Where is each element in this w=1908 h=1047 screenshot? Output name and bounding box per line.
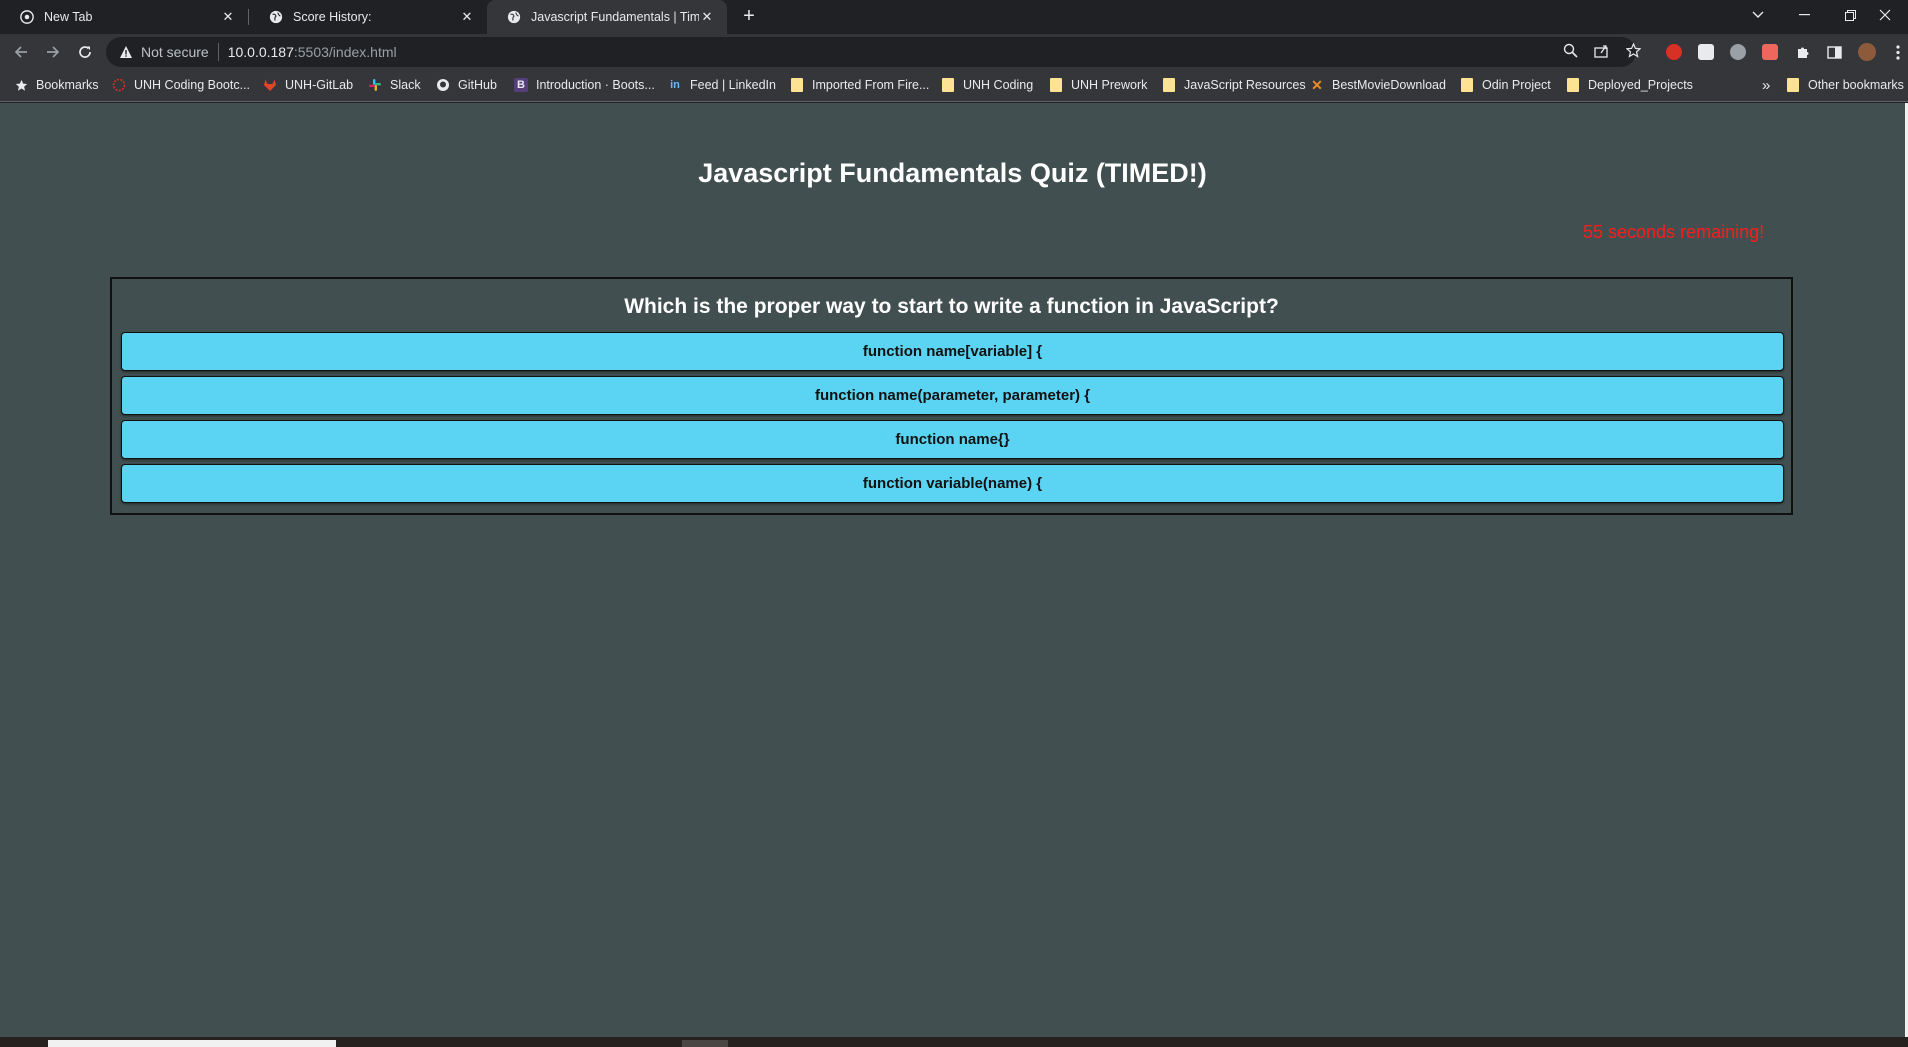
bootstrap-icon: B bbox=[514, 78, 528, 92]
answer-button[interactable]: function variable(name) { bbox=[121, 464, 1784, 503]
forward-arrow-icon[interactable] bbox=[41, 40, 65, 64]
folder-icon bbox=[1049, 78, 1063, 92]
tab-title: Score History: bbox=[293, 10, 372, 24]
side-panel-icon[interactable] bbox=[1826, 44, 1842, 60]
bookmark-label: UNH-GitLab bbox=[285, 78, 354, 92]
kebab-menu-icon[interactable] bbox=[1890, 44, 1906, 60]
bookmark-item[interactable]: B Introduction · Boots... bbox=[514, 70, 655, 100]
url-text[interactable]: 10.0.0.187:5503/index.html bbox=[228, 44, 397, 60]
close-icon[interactable]: ✕ bbox=[459, 9, 475, 25]
folder-icon bbox=[1460, 78, 1474, 92]
share-icon[interactable] bbox=[1593, 42, 1609, 58]
star-icon bbox=[14, 78, 28, 92]
back-arrow-icon[interactable] bbox=[9, 40, 33, 64]
page-title: Javascript Fundamentals Quiz (TIMED!) bbox=[698, 158, 1207, 188]
slack-icon bbox=[368, 78, 382, 92]
bookmark-folder[interactable]: JavaScript Resources bbox=[1162, 70, 1306, 100]
answer-button[interactable]: function name[variable] { bbox=[121, 332, 1784, 371]
zoom-icon[interactable] bbox=[1562, 42, 1578, 58]
close-window-icon[interactable] bbox=[1862, 0, 1908, 30]
minimize-icon[interactable] bbox=[1781, 0, 1827, 30]
bookmark-label: Slack bbox=[390, 78, 421, 92]
bookmark-item[interactable]: UNH Coding Bootc... bbox=[112, 70, 250, 100]
bookmark-item[interactable]: GitHub bbox=[436, 70, 497, 100]
bookmark-label: Odin Project bbox=[1482, 78, 1551, 92]
globe-icon bbox=[507, 10, 521, 24]
close-icon[interactable]: ✕ bbox=[220, 9, 236, 25]
answer-button[interactable]: function name(parameter, parameter) { bbox=[121, 376, 1784, 415]
bookmark-label: GitHub bbox=[458, 78, 497, 92]
question-card: Which is the proper way to start to writ… bbox=[110, 277, 1793, 515]
folder-icon bbox=[1566, 78, 1580, 92]
extension-recorder-icon[interactable] bbox=[1762, 44, 1778, 60]
tab-new-tab[interactable]: New Tab ✕ bbox=[0, 0, 248, 34]
bookmark-folder[interactable]: UNH Coding bbox=[941, 70, 1033, 100]
new-tab-plus-icon[interactable]: + bbox=[737, 5, 761, 29]
extension-red-icon[interactable] bbox=[1666, 44, 1682, 60]
bookmark-item[interactable]: Slack bbox=[368, 70, 421, 100]
countdown-timer: 55 seconds remaining! bbox=[1583, 222, 1765, 242]
bookmark-item[interactable]: ✕ BestMovieDownload bbox=[1310, 70, 1446, 100]
url-path: :5503/index.html bbox=[293, 44, 397, 60]
bookmark-label: Deployed_Projects bbox=[1588, 78, 1693, 92]
tab-title: New Tab bbox=[44, 10, 93, 24]
bookmark-label: UNH Coding Bootc... bbox=[134, 78, 251, 92]
star-icon[interactable] bbox=[1625, 42, 1641, 58]
bookmark-item[interactable]: UNH-GitLab bbox=[263, 70, 353, 100]
tab-title: Javascript Fundamentals | Timed bbox=[531, 10, 699, 24]
bookmark-folder[interactable]: Imported From Fire... bbox=[790, 70, 929, 100]
url-host: 10.0.0.187 bbox=[227, 44, 294, 60]
profile-avatar[interactable] bbox=[1858, 43, 1876, 61]
folder-icon bbox=[790, 78, 804, 92]
bookmarks-overflow-chevron[interactable]: » bbox=[1762, 70, 1770, 100]
bookmark-label: Introduction · Boots... bbox=[536, 78, 655, 92]
taskbar-search-box[interactable] bbox=[48, 1040, 336, 1047]
extensions-puzzle-icon[interactable] bbox=[1795, 44, 1811, 60]
tab-search-chevron-icon[interactable] bbox=[1735, 0, 1781, 30]
close-icon[interactable]: ✕ bbox=[699, 9, 715, 25]
bookmark-folder[interactable]: Odin Project bbox=[1460, 70, 1551, 100]
extension-react-icon[interactable] bbox=[1698, 44, 1714, 60]
unh-icon bbox=[112, 78, 126, 92]
bookmark-label: Bookmarks bbox=[36, 78, 99, 92]
linkedin-icon: in bbox=[670, 79, 680, 91]
bookmark-item[interactable]: in Feed | LinkedIn bbox=[668, 70, 776, 100]
bookmark-label: BestMovieDownload bbox=[1332, 78, 1446, 92]
omnibox-divider bbox=[217, 43, 219, 61]
bookmark-folder[interactable]: UNH Prework bbox=[1049, 70, 1147, 100]
other-bookmarks-folder[interactable]: Other bookmarks bbox=[1786, 70, 1908, 100]
bookmark-label: Feed | LinkedIn bbox=[690, 78, 776, 92]
x-icon: ✕ bbox=[1311, 76, 1323, 93]
address-bar[interactable]: Not secure 10.0.0.187:5503/index.html bbox=[106, 37, 1636, 67]
bookmark-label: Other bookmarks bbox=[1808, 78, 1904, 92]
tab-strip: New Tab ✕ Score History: ✕ Javascript Fu… bbox=[0, 0, 1908, 34]
folder-icon bbox=[1162, 78, 1176, 92]
tab-score-history[interactable]: Score History: ✕ bbox=[249, 0, 487, 34]
security-status-label[interactable]: Not secure bbox=[141, 44, 209, 60]
browser-toolbar: Not secure 10.0.0.187:5503/index.html bbox=[0, 34, 1908, 70]
tab-javascript-fundamentals[interactable]: Javascript Fundamentals | Timed ✕ bbox=[487, 0, 727, 34]
gitlab-icon bbox=[263, 78, 277, 92]
question-text: Which is the proper way to start to writ… bbox=[624, 295, 1279, 318]
bookmark-label: JavaScript Resources bbox=[1184, 78, 1306, 92]
bookmark-folder[interactable]: Deployed_Projects bbox=[1566, 70, 1693, 100]
github-icon bbox=[436, 78, 450, 92]
bookmark-label: UNH Coding bbox=[963, 78, 1034, 92]
folder-icon bbox=[1786, 78, 1800, 92]
reload-icon[interactable] bbox=[73, 40, 97, 64]
os-taskbar bbox=[0, 1037, 1908, 1047]
bookmark-label: Imported From Fire... bbox=[812, 78, 930, 92]
extension-gray-icon[interactable] bbox=[1730, 44, 1746, 60]
chrome-icon bbox=[20, 10, 34, 24]
taskbar-app-item[interactable] bbox=[682, 1040, 728, 1047]
warning-triangle-icon bbox=[120, 46, 132, 58]
answer-button[interactable]: function name{} bbox=[121, 420, 1784, 459]
globe-icon bbox=[269, 10, 283, 24]
bookmark-label: UNH Prework bbox=[1071, 78, 1148, 92]
page-viewport: Javascript Fundamentals Quiz (TIMED!) 55… bbox=[0, 103, 1905, 1037]
bookmark-item[interactable]: Bookmarks bbox=[14, 70, 99, 100]
bookmarks-bar: Bookmarks UNH Coding Bootc... UNH-GitLab… bbox=[0, 70, 1908, 102]
folder-icon bbox=[941, 78, 955, 92]
